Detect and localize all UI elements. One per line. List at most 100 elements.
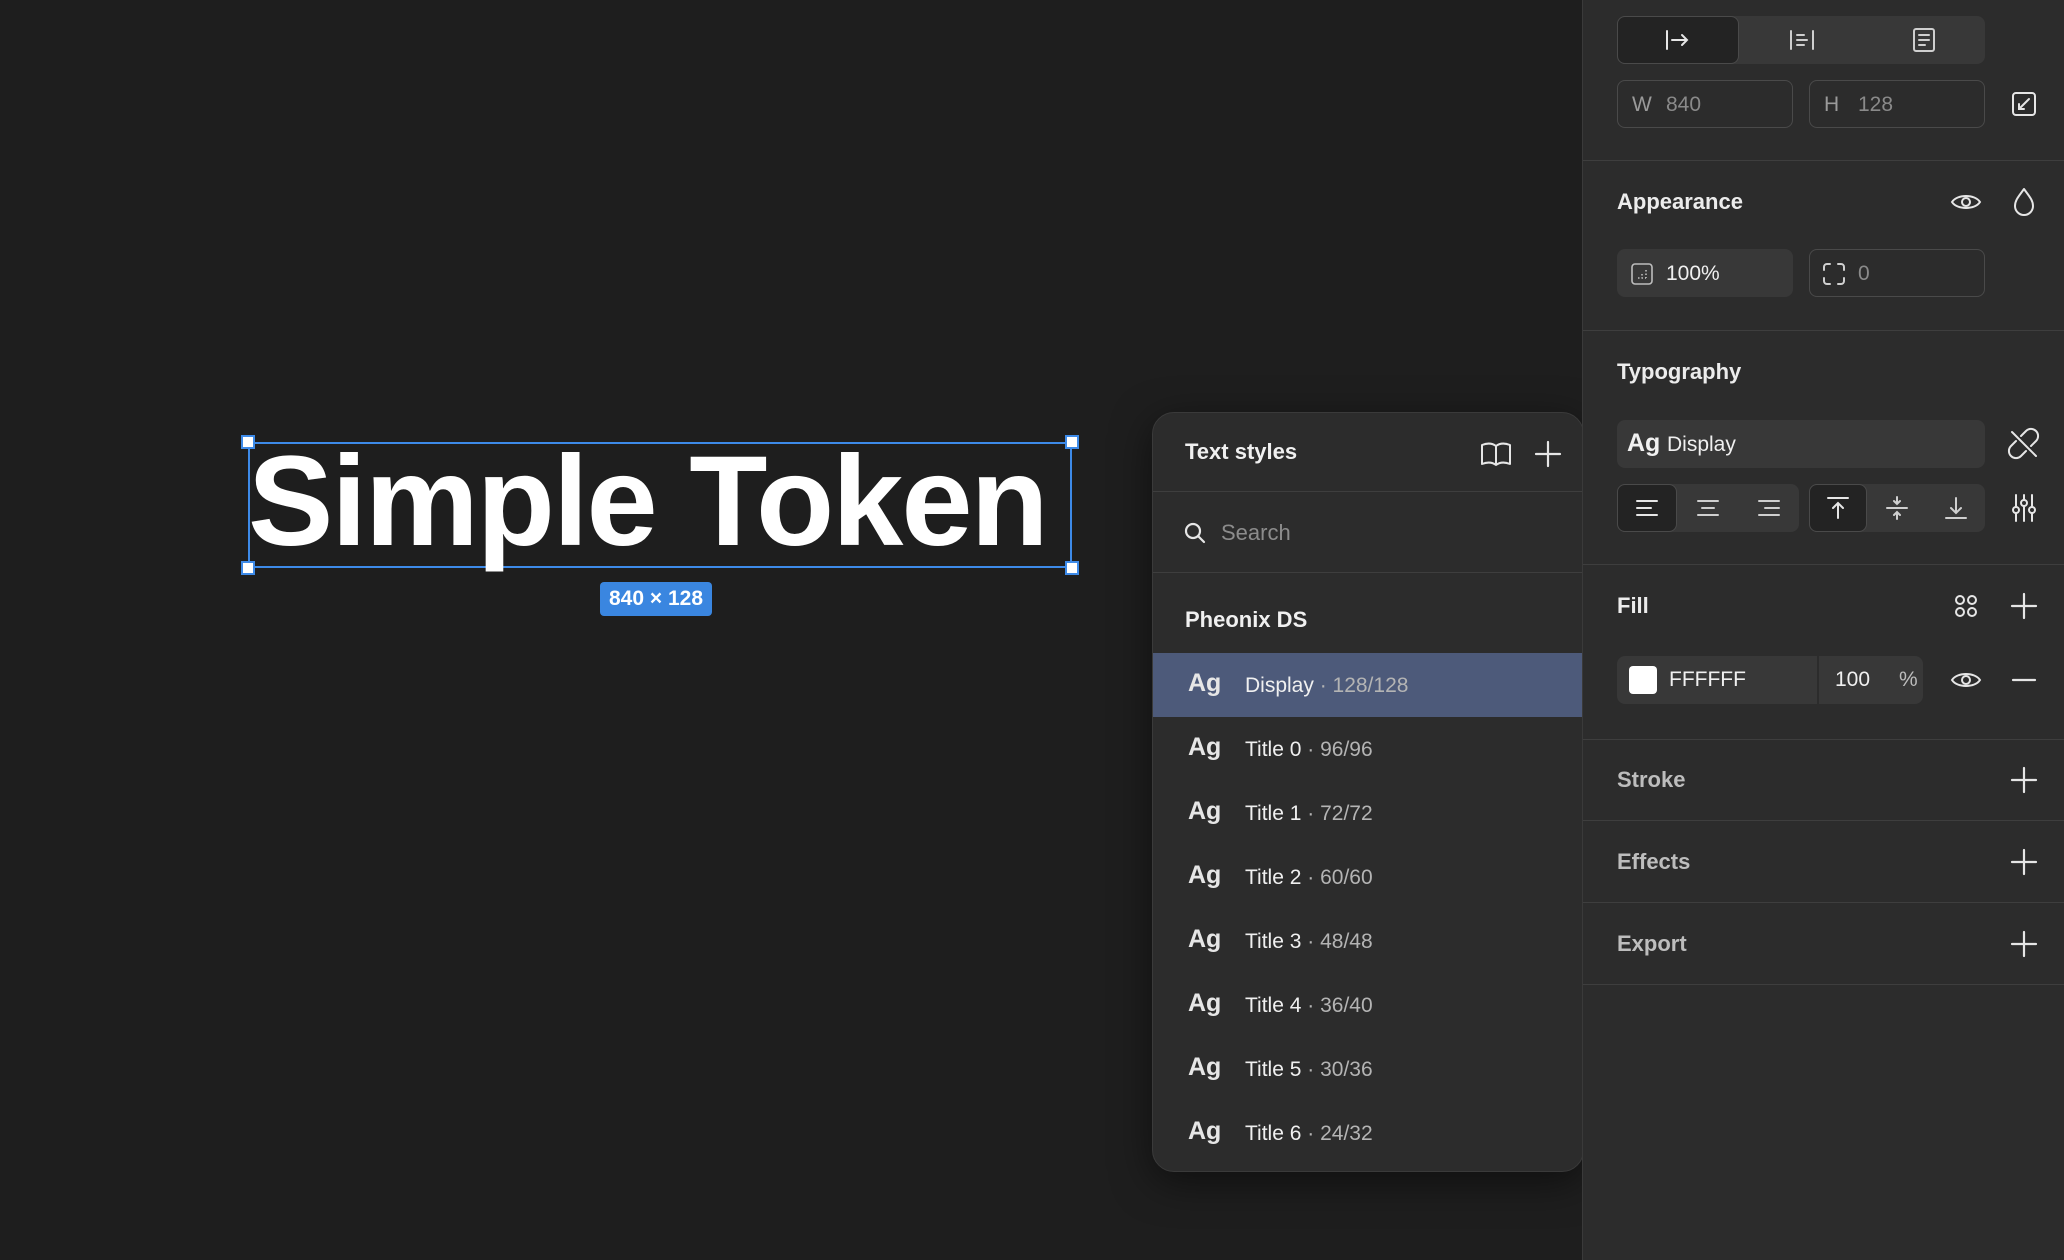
text-style-item-name: Display (1245, 674, 1314, 697)
fill-color-swatch[interactable] (1629, 666, 1657, 694)
vertical-align-segmented (1809, 484, 1985, 532)
popup-title: Text styles (1185, 439, 1298, 464)
resize-handle-bottom-right[interactable] (1065, 561, 1079, 575)
effects-title: Effects (1617, 849, 1691, 874)
align-left-button[interactable] (1617, 484, 1677, 532)
size-section: W 840 H 128 (1583, 0, 2064, 161)
text-style-selector[interactable]: Ag Display (1617, 420, 1985, 468)
align-right-icon (1758, 500, 1780, 516)
fixed-size-button[interactable] (1863, 16, 1985, 64)
popup-header: Text styles (1153, 413, 1583, 492)
width-field[interactable]: W 840 (1617, 80, 1793, 128)
align-right-button[interactable] (1739, 484, 1799, 532)
typography-settings-icon[interactable] (2007, 491, 2041, 525)
search-bar (1153, 493, 1583, 573)
text-style-item[interactable]: Ag Title 3 · 48/48 (1153, 909, 1583, 973)
text-style-item-label: Title 6 · 24/32 (1245, 1119, 1373, 1149)
export-section: Export (1583, 903, 2064, 985)
size-badge: 840 × 128 (600, 582, 713, 616)
opacity-field[interactable]: 100% (1617, 249, 1793, 297)
style-list: Ag Display · 128/128 Ag Title 0 · 96/96 Ag Ti… (1153, 653, 1583, 1165)
text-style-item-meta: · 36/40 (1301, 994, 1373, 1017)
styles-grid-icon[interactable] (1949, 589, 1983, 623)
text-style-item-preview: Ag (1188, 797, 1222, 825)
text-style-item-meta: · 60/60 (1301, 866, 1373, 889)
text-style-item[interactable]: Ag Display · 128/128 (1153, 653, 1583, 717)
resize-handle-top-right[interactable] (1065, 435, 1079, 449)
corner-radius-value[interactable]: 0 (1858, 259, 1870, 289)
text-style-item-name: Title 5 (1245, 1058, 1302, 1081)
align-middle-icon (1886, 496, 1908, 520)
text-style-item[interactable]: Ag Title 2 · 60/60 (1153, 845, 1583, 909)
corner-radius-icon (1822, 262, 1846, 286)
text-style-item[interactable]: Ag Title 5 · 30/36 (1153, 1037, 1583, 1101)
align-center-icon (1697, 500, 1719, 516)
text-style-item[interactable]: Ag Title 1 · 72/72 (1153, 781, 1583, 845)
fill-divider (1817, 656, 1819, 704)
width-value[interactable]: 840 (1666, 90, 1701, 120)
align-bottom-button[interactable] (1927, 484, 1985, 532)
fill-percent-sign: % (1899, 668, 1918, 691)
detach-style-icon[interactable] (2007, 427, 2041, 461)
add-export-icon[interactable] (2007, 927, 2041, 961)
fill-row[interactable]: FFFFFF 100 % (1617, 656, 1923, 704)
corner-radius-field[interactable]: 0 (1809, 249, 1985, 297)
effects-section: Effects (1583, 821, 2064, 903)
text-style-item-name: Title 6 (1245, 1122, 1302, 1145)
text-styles-popup: Text styles Pheonix DS Ag Display · 128/1… (1152, 412, 1584, 1172)
text-style-item-label: Title 5 · 30/36 (1245, 1055, 1373, 1085)
auto-width-button[interactable] (1617, 16, 1739, 64)
auto-width-icon (1666, 30, 1689, 50)
text-style-item-preview: Ag (1188, 733, 1222, 761)
text-style-item-label: Title 3 · 48/48 (1245, 927, 1373, 957)
height-label: H (1824, 93, 1840, 116)
text-style-item-label: Title 2 · 60/60 (1245, 863, 1373, 893)
add-stroke-icon[interactable] (2007, 763, 2041, 797)
text-style-item-label: Title 4 · 36/40 (1245, 991, 1373, 1021)
text-style-item-meta: · 72/72 (1301, 802, 1373, 825)
text-style-item-preview: Ag (1188, 1117, 1222, 1145)
add-style-icon[interactable] (1531, 437, 1565, 471)
eye-icon[interactable] (1949, 185, 1983, 219)
add-effect-icon[interactable] (2007, 845, 2041, 879)
library-book-icon[interactable] (1479, 437, 1513, 471)
text-style-name: Display (1667, 433, 1736, 456)
stroke-title: Stroke (1617, 767, 1686, 792)
text-style-item-label: Title 0 · 96/96 (1245, 735, 1373, 765)
width-label: W (1632, 93, 1652, 116)
opacity-value[interactable]: 100% (1666, 259, 1720, 289)
align-left-icon (1636, 500, 1658, 516)
height-value[interactable]: 128 (1858, 90, 1893, 120)
fill-visibility-eye-icon[interactable] (1949, 663, 1983, 697)
inspector-panel: W 840 H 128 Appearance 100% 0 Typography… (1582, 0, 2064, 1260)
text-style-item-preview: Ag (1188, 861, 1222, 889)
constrain-proportions-icon[interactable] (2007, 87, 2041, 121)
fixed-size-icon (1913, 28, 1935, 52)
typography-title: Typography (1617, 359, 1742, 384)
text-layer-content[interactable]: Simple Token (248, 422, 1049, 582)
align-middle-button[interactable] (1868, 484, 1926, 532)
resize-handle-top-left[interactable] (241, 435, 255, 449)
fill-opacity-value[interactable]: 100 (1835, 665, 1870, 695)
selected-text-layer[interactable]: Simple Token (241, 430, 1079, 575)
align-top-button[interactable] (1809, 484, 1867, 532)
add-fill-icon[interactable] (2007, 589, 2041, 623)
text-style-item-label: Title 1 · 72/72 (1245, 799, 1373, 829)
auto-height-button[interactable] (1741, 16, 1863, 64)
text-style-item-name: Title 1 (1245, 802, 1302, 825)
text-style-item-meta: · 96/96 (1301, 738, 1373, 761)
search-input[interactable] (1221, 515, 1541, 551)
text-style-item[interactable]: Ag Title 6 · 24/32 (1153, 1101, 1583, 1165)
resize-handle-bottom-left[interactable] (241, 561, 255, 575)
align-center-button[interactable] (1678, 484, 1738, 532)
text-style-item[interactable]: Ag Title 4 · 36/40 (1153, 973, 1583, 1037)
align-top-icon (1827, 497, 1849, 519)
remove-fill-icon[interactable] (2007, 663, 2041, 697)
fill-hex-value[interactable]: FFFFFF (1669, 665, 1746, 695)
text-style-item-meta: · 24/32 (1301, 1122, 1373, 1145)
text-style-item[interactable]: Ag Title 0 · 96/96 (1153, 717, 1583, 781)
blend-drop-icon[interactable] (2007, 185, 2041, 219)
text-style-item-name: Title 3 (1245, 930, 1302, 953)
text-style-item-preview: Ag (1188, 669, 1222, 697)
height-field[interactable]: H 128 (1809, 80, 1985, 128)
